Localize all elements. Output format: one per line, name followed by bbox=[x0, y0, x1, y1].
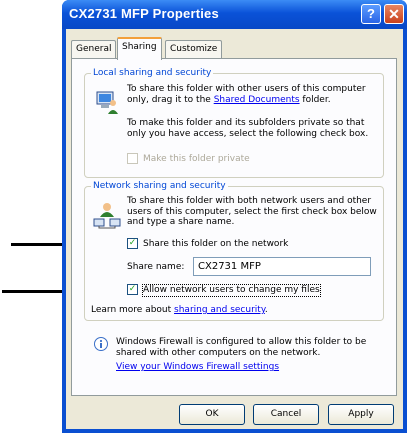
info-icon bbox=[94, 337, 108, 351]
share-name-input[interactable]: CX2731 MFP bbox=[193, 257, 371, 276]
sharing-panel: Local sharing and security To share this… bbox=[71, 58, 397, 396]
make-private-checkbox[interactable] bbox=[127, 153, 138, 164]
local-sharing-text: To share this folder with other users of… bbox=[127, 84, 375, 105]
share-name-label: Share name: bbox=[127, 262, 185, 272]
network-sharing-group: Network sharing and security To share th… bbox=[84, 181, 384, 321]
tab-sharing[interactable]: Sharing bbox=[117, 37, 162, 60]
network-sharing-legend: Network sharing and security bbox=[91, 181, 228, 191]
allow-change-checkbox[interactable]: ✓ bbox=[127, 284, 138, 295]
make-private-label: Make this folder private bbox=[143, 154, 250, 164]
tab-customize[interactable]: Customize bbox=[165, 40, 223, 58]
firewall-settings-link[interactable]: View your Windows Firewall settings bbox=[116, 362, 279, 373]
computer-users-icon bbox=[95, 89, 119, 115]
tab-general[interactable]: General bbox=[71, 40, 117, 58]
close-button[interactable]: ✕ bbox=[384, 4, 404, 24]
share-folder-label: Share this folder on the network bbox=[143, 239, 289, 249]
properties-window: CX2731 MFP Properties ? ✕ General Sharin… bbox=[62, 0, 407, 433]
apply-button[interactable]: Apply bbox=[328, 404, 394, 425]
sharing-security-link[interactable]: sharing and security bbox=[174, 305, 265, 315]
network-share-icon bbox=[93, 201, 121, 229]
help-button[interactable]: ? bbox=[361, 4, 381, 24]
ok-button[interactable]: OK bbox=[179, 404, 245, 425]
share-folder-checkbox[interactable]: ✓ bbox=[127, 238, 138, 249]
allow-change-label: Allow network users to change my files bbox=[142, 284, 321, 297]
private-explanation-text: To make this folder and its subfolders p… bbox=[127, 118, 369, 139]
window-title: CX2731 MFP Properties bbox=[69, 6, 219, 21]
learn-more-pre: Learn more about bbox=[91, 305, 175, 315]
local-text-post: folder. bbox=[299, 94, 331, 105]
firewall-text: Windows Firewall is configured to allow … bbox=[116, 337, 367, 358]
local-sharing-legend: Local sharing and security bbox=[91, 68, 214, 78]
shared-documents-link[interactable]: Shared Documents bbox=[214, 95, 300, 105]
dialog-body: General Sharing Customize Local sharing … bbox=[66, 29, 403, 429]
learn-more-text: Learn more about sharing and security. bbox=[91, 305, 381, 316]
network-sharing-text: To share this folder with both network u… bbox=[127, 196, 377, 227]
local-sharing-group: Local sharing and security To share this… bbox=[84, 68, 384, 178]
title-bar: CX2731 MFP Properties ? ✕ bbox=[62, 0, 407, 29]
cancel-button[interactable]: Cancel bbox=[253, 404, 319, 425]
learn-more-post: . bbox=[264, 305, 268, 315]
